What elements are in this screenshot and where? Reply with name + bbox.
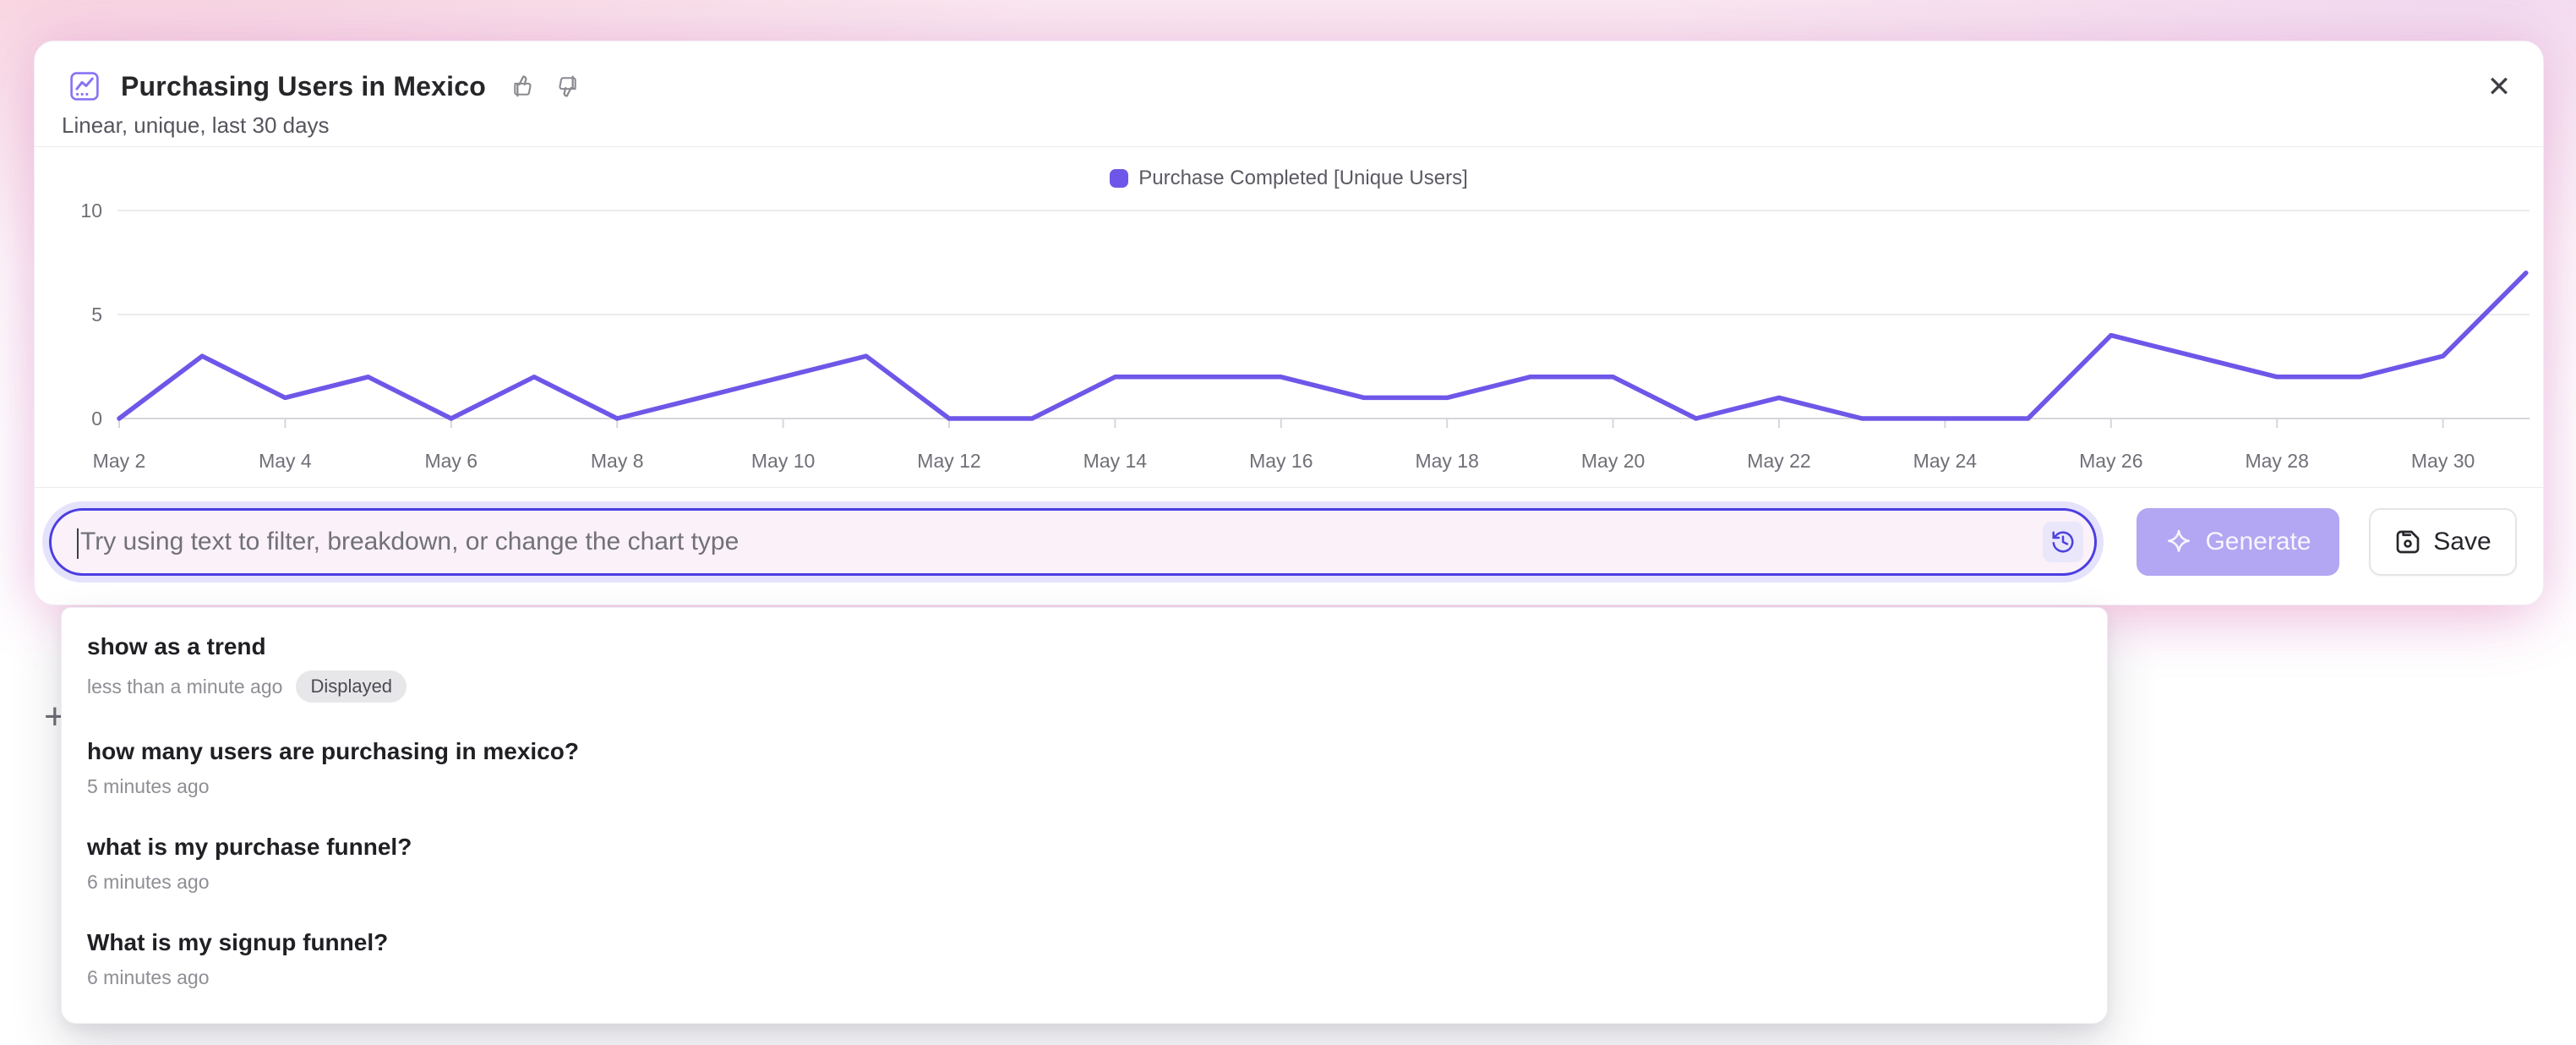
svg-text:May 24: May 24 xyxy=(1913,450,1978,472)
history-item[interactable]: What is my signup funnel? 6 minutes ago xyxy=(62,914,2107,1002)
history-query: what is my purchase funnel? xyxy=(87,831,2082,863)
svg-text:May 2: May 2 xyxy=(93,450,146,472)
line-chart-plot[interactable]: 0 5 10 May 2 May 4 May 6 May 8 May 10 May 12 May … xyxy=(35,41,2545,498)
history-timestamp: less than a minute ago xyxy=(87,676,282,698)
svg-text:May 18: May 18 xyxy=(1415,450,1478,472)
svg-text:May 10: May 10 xyxy=(751,450,815,472)
history-button[interactable] xyxy=(2043,522,2083,562)
svg-text:10: 10 xyxy=(80,200,102,222)
history-item[interactable]: how many users are purchasing in mexico?… xyxy=(62,723,2107,811)
svg-text:May 12: May 12 xyxy=(917,450,980,472)
svg-text:May 6: May 6 xyxy=(424,450,478,472)
prompt-divider xyxy=(35,487,2543,488)
history-meta: 5 minutes ago xyxy=(87,775,2082,798)
history-list: show as a trend less than a minute ago D… xyxy=(62,618,2107,1009)
svg-text:May 14: May 14 xyxy=(1083,450,1148,472)
status-badge: Displayed xyxy=(296,670,407,703)
svg-text:May 20: May 20 xyxy=(1581,450,1645,472)
svg-text:May 30: May 30 xyxy=(2411,450,2475,472)
svg-text:May 16: May 16 xyxy=(1249,450,1313,472)
svg-text:May 8: May 8 xyxy=(591,450,644,472)
svg-text:May 22: May 22 xyxy=(1747,450,1810,472)
generate-label: Generate xyxy=(2205,528,2311,556)
history-meta: less than a minute ago Displayed xyxy=(87,670,2082,703)
history-timestamp: 6 minutes ago xyxy=(87,871,209,894)
svg-text:May 4: May 4 xyxy=(259,450,312,472)
ai-prompt-field xyxy=(49,508,2097,576)
history-query: What is my signup funnel? xyxy=(87,927,2082,959)
history-meta: 6 minutes ago xyxy=(87,966,2082,989)
history-query: show as a trend xyxy=(87,631,2082,663)
history-meta: 6 minutes ago xyxy=(87,871,2082,894)
save-icon xyxy=(2394,528,2421,555)
history-timestamp: 5 minutes ago xyxy=(87,775,209,798)
history-icon xyxy=(2050,529,2076,555)
history-query: how many users are purchasing in mexico? xyxy=(87,736,2082,768)
history-item[interactable]: show as a trend less than a minute ago D… xyxy=(62,618,2107,715)
generate-button[interactable]: Generate xyxy=(2137,508,2339,576)
svg-text:May 26: May 26 xyxy=(2079,450,2142,472)
svg-text:May 28: May 28 xyxy=(2245,450,2308,472)
history-timestamp: 6 minutes ago xyxy=(87,966,209,989)
insight-card: Purchasing Users in Mexico xyxy=(34,41,2544,605)
history-item[interactable]: what is my purchase funnel? 6 minutes ag… xyxy=(62,818,2107,906)
history-dropdown: show as a trend less than a minute ago D… xyxy=(61,607,2108,1024)
svg-text:5: 5 xyxy=(91,304,102,326)
svg-text:0: 0 xyxy=(91,408,102,429)
page-background: { "header": { "title": "Purchasing Users… xyxy=(0,0,2576,1045)
sparkle-icon xyxy=(2164,528,2193,556)
save-button[interactable]: Save xyxy=(2369,508,2517,576)
ai-prompt-input[interactable] xyxy=(52,511,2094,573)
text-caret xyxy=(77,528,79,559)
save-label: Save xyxy=(2433,528,2491,556)
